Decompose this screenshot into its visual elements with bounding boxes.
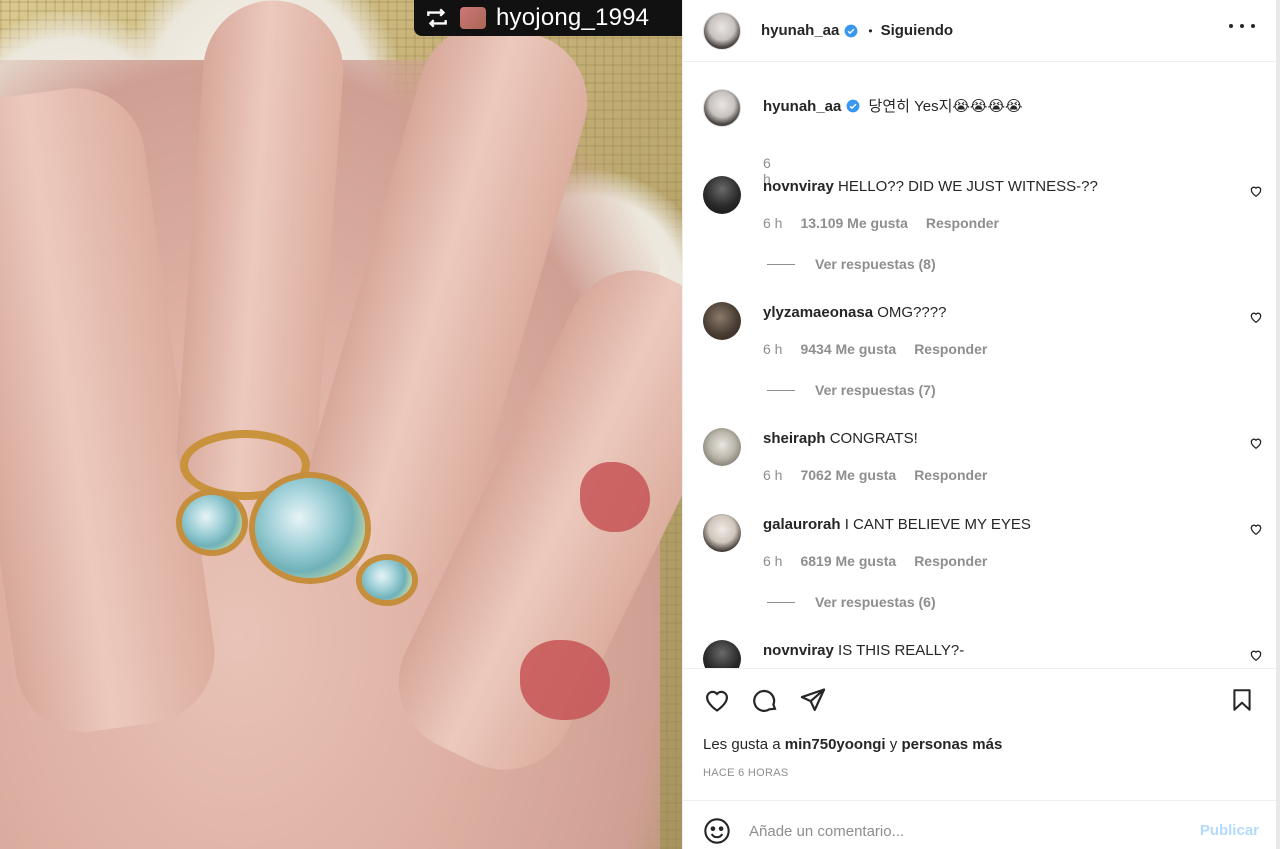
author-avatar[interactable] [703, 11, 741, 50]
comments-list[interactable]: hyunah_aa 당연히 Yes지😭😭😭😭 6 h novnviray HEL… [683, 63, 1277, 668]
comment-text: ylyzamaeonasa OMG???? [763, 304, 946, 321]
instagram-post-view: hyojong_1994 hyunah_aa • Siguiendo hyuna… [0, 0, 1280, 849]
likes-others[interactable]: personas más [901, 736, 1002, 753]
view-replies-button[interactable]: Ver respuestas (8) [767, 256, 936, 272]
comment-username[interactable]: sheiraph [763, 430, 826, 447]
media-opal [255, 478, 365, 578]
comment-username[interactable]: ylyzamaeonasa [763, 304, 873, 321]
comment-likes[interactable]: 7062 Me gusta [800, 467, 896, 483]
emoji-smiley-icon[interactable] [703, 817, 731, 845]
comment-item: novnviray IS THIS REALLY?- [703, 640, 1263, 668]
comment-time: 6 h [763, 215, 783, 231]
likes-prefix: Les gusta a [703, 736, 781, 753]
like-comment-heart-icon[interactable] [1249, 310, 1263, 324]
view-replies-button[interactable]: Ver respuestas (6) [767, 594, 936, 610]
view-replies-label: Ver respuestas (6) [815, 594, 936, 610]
reply-button[interactable]: Responder [926, 215, 999, 231]
comment-text: sheiraph CONGRATS! [763, 430, 918, 447]
add-comment-bar: Publicar [683, 800, 1277, 849]
like-comment-heart-icon[interactable] [1249, 522, 1263, 536]
comment-meta: 6 h 7062 Me gusta Responder [763, 467, 1005, 483]
reply-button[interactable]: Responder [914, 553, 987, 569]
view-replies-label: Ver respuestas (7) [815, 382, 936, 398]
media-tattoo [580, 462, 650, 532]
caption-text: hyunah_aa 당연히 Yes지😭😭😭😭 [763, 95, 1023, 116]
comment-body: IS THIS REALLY?- [838, 642, 965, 659]
media-opal [362, 560, 412, 600]
scrollbar[interactable] [1276, 0, 1280, 849]
following-button[interactable]: Siguiendo [881, 22, 954, 39]
comment-likes[interactable]: 13.109 Me gusta [800, 215, 907, 231]
action-icons [703, 686, 827, 714]
view-replies-label: Ver respuestas (8) [815, 256, 936, 272]
view-replies-button[interactable]: Ver respuestas (7) [767, 382, 936, 398]
comment-avatar[interactable] [703, 428, 741, 466]
comment-time: 6 h [763, 467, 783, 483]
comment-avatar[interactable] [703, 302, 741, 340]
comment-item: ylyzamaeonasa OMG???? 6 h 9434 Me gusta Re… [703, 302, 1263, 402]
repost-username: hyojong_1994 [496, 4, 650, 31]
comment-likes[interactable]: 6819 Me gusta [800, 553, 896, 569]
comment-time: 6 h [763, 341, 783, 357]
repost-chip: hyojong_1994 [414, 0, 682, 36]
comment-username[interactable]: galaurorah [763, 516, 841, 533]
comment-body: CONGRATS! [829, 430, 918, 447]
comment-avatar[interactable] [703, 514, 741, 552]
comment-text: galaurorah I CANT BELIEVE MY EYES [763, 516, 1031, 533]
like-comment-heart-icon[interactable] [1249, 184, 1263, 198]
comment-meta: 6 h 9434 Me gusta Responder [763, 341, 1005, 357]
post-actions: Les gusta a min750yoongi y personas más … [683, 668, 1277, 800]
comment-meta: 6 h 6819 Me gusta Responder [763, 553, 1005, 569]
post-timestamp: HACE 6 HORAS [703, 767, 789, 779]
comment-body: HELLO?? DID WE JUST WITNESS-?? [838, 178, 1098, 195]
like-heart-icon[interactable] [703, 686, 731, 714]
comment-text: novnviray IS THIS REALLY?- [763, 642, 964, 659]
caption-body: 당연히 Yes지😭😭😭😭 [868, 98, 1023, 115]
post-media[interactable]: hyojong_1994 [0, 0, 682, 849]
caption-username[interactable]: hyunah_aa [763, 98, 841, 115]
comment-item: galaurorah I CANT BELIEVE MY EYES 6 h 681… [703, 514, 1263, 614]
post-side-panel: hyunah_aa • Siguiendo hyunah_aa 당연히 Yes지… [682, 0, 1280, 849]
likes-conjunction: y [889, 736, 898, 753]
verified-badge-icon [844, 24, 858, 37]
comment-bubble-icon[interactable] [751, 686, 779, 714]
comment-body: I CANT BELIEVE MY EYES [844, 516, 1031, 533]
like-comment-heart-icon[interactable] [1249, 436, 1263, 450]
comment-text: novnviray HELLO?? DID WE JUST WITNESS-?? [763, 178, 1098, 195]
verified-badge-icon [846, 99, 860, 113]
repost-avatar [460, 7, 486, 29]
comment-avatar[interactable] [703, 640, 741, 668]
comment-meta: 6 h 13.109 Me gusta Responder [763, 215, 1017, 231]
media-tattoo [520, 640, 610, 720]
media-opal [182, 495, 242, 550]
publish-button[interactable]: Publicar [1200, 822, 1259, 839]
comment-item: novnviray HELLO?? DID WE JUST WITNESS-??… [703, 176, 1263, 276]
comment-likes[interactable]: 9434 Me gusta [800, 341, 896, 357]
comment-username[interactable]: novnviray [763, 642, 834, 659]
comment-avatar[interactable] [703, 176, 741, 214]
post-header: hyunah_aa • Siguiendo [683, 0, 1277, 62]
comment-time: 6 h [763, 553, 783, 569]
caption-avatar[interactable] [703, 89, 741, 127]
like-comment-heart-icon[interactable] [1249, 648, 1263, 662]
repost-icon [427, 8, 447, 28]
comment-input[interactable] [749, 813, 1179, 849]
liker-username[interactable]: min750yoongi [785, 736, 886, 753]
author-username[interactable]: hyunah_aa [761, 22, 839, 39]
save-bookmark-icon[interactable] [1229, 686, 1255, 714]
comment-item: sheiraph CONGRATS! 6 h 7062 Me gusta Respo… [703, 428, 1263, 488]
reply-button[interactable]: Responder [914, 341, 987, 357]
more-options-button[interactable] [1229, 16, 1255, 36]
share-send-icon[interactable] [799, 686, 827, 714]
header-separator: • [868, 23, 873, 38]
comment-body: OMG???? [877, 304, 947, 321]
comment-username[interactable]: novnviray [763, 178, 834, 195]
likes-summary[interactable]: Les gusta a min750yoongi y personas más [703, 736, 1002, 753]
reply-button[interactable]: Responder [914, 467, 987, 483]
